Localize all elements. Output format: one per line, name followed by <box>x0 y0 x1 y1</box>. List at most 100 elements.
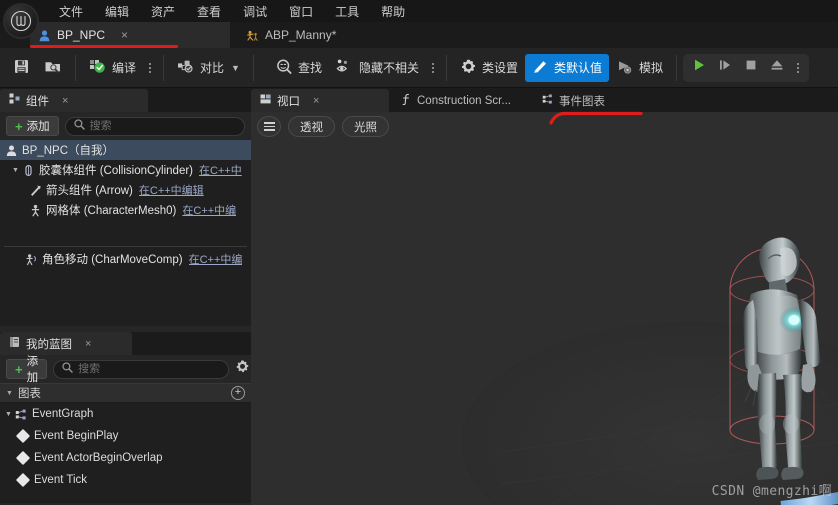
event-node-icon <box>15 472 31 488</box>
tab-event-graph-label: 事件图表 <box>558 95 605 108</box>
playback-overflow-kebab-icon[interactable] <box>791 55 805 81</box>
play-button[interactable] <box>687 56 711 80</box>
add-blueprint-item-label: 添加 <box>26 356 39 384</box>
tree-item-arrow[interactable]: 箭头组件 (Arrow) 在C++中编辑 <box>0 180 251 200</box>
tree-item-character-mesh[interactable]: 网格体 (CharacterMesh0) 在C++中编 <box>0 200 251 220</box>
my-blueprint-search-input[interactable] <box>78 363 221 375</box>
eject-button[interactable] <box>765 56 789 80</box>
browse-content-icon <box>44 58 62 78</box>
simulate-button[interactable]: 模拟 <box>609 54 670 82</box>
skeletal-mesh-icon <box>28 203 42 217</box>
plus-circle-icon[interactable]: + <box>231 386 245 400</box>
tree-item-event-actorbeginoverlap[interactable]: Event ActorBeginOverlap <box>0 447 251 469</box>
step-button[interactable] <box>713 56 737 80</box>
my-blueprint-settings-button[interactable] <box>235 360 250 378</box>
tab-my-blueprint-close-icon[interactable]: × <box>85 338 91 350</box>
components-panel: 组件 × + 添加 搜索 BP_NPC（自我） ▼ 胶囊体组件 (Collisi… <box>0 89 251 332</box>
menu-item-help[interactable]: 帮助 <box>370 1 416 22</box>
my-blueprint-toolbar: + 添加 <box>0 355 251 384</box>
tab-components-close-icon[interactable]: × <box>62 95 68 107</box>
tab-viewport-close-icon[interactable]: × <box>313 95 319 107</box>
unreal-engine-logo-icon[interactable] <box>3 3 39 39</box>
compile-options-kebab-icon[interactable] <box>143 55 157 81</box>
expander-icon[interactable]: ▼ <box>10 167 21 174</box>
compile-label: 编译 <box>112 61 137 75</box>
character-movement-icon <box>24 252 38 266</box>
edit-in-cpp-link[interactable]: 在C++中编 <box>182 202 236 218</box>
tab-event-graph[interactable]: 事件图表 <box>520 89 614 112</box>
menu-item-window[interactable]: 窗口 <box>278 1 324 22</box>
edit-in-cpp-link[interactable]: 在C++中编辑 <box>139 182 204 198</box>
animation-blueprint-icon <box>246 29 259 42</box>
tree-item-event-beginplay[interactable]: Event BeginPlay <box>0 425 251 447</box>
tree-item-collision-cylinder[interactable]: ▼ 胶囊体组件 (CollisionCylinder) 在C++中 <box>0 160 251 180</box>
hide-unrelated-button[interactable]: 隐藏不相关 <box>329 54 426 82</box>
asset-tab-close-icon[interactable]: × <box>121 28 128 42</box>
browse-content-button[interactable] <box>37 54 69 82</box>
menu-item-file[interactable]: 文件 <box>48 1 94 22</box>
my-blueprint-icon <box>9 336 21 351</box>
play-icon <box>692 58 706 77</box>
tree-item-label: 胶囊体组件 (CollisionCylinder) <box>39 165 193 177</box>
unreal-blueprint-editor-window: 文件 编辑 资产 查看 调试 窗口 工具 帮助 BP_NPC × ABP_Man… <box>0 0 838 505</box>
event-node-icon <box>15 428 31 444</box>
eject-icon <box>770 58 784 77</box>
gear-icon <box>235 359 250 379</box>
tree-item-char-move-comp[interactable]: 角色移动 (CharMoveComp) 在C++中编 <box>0 249 251 269</box>
expander-icon[interactable]: ▼ <box>3 411 14 418</box>
tree-item-event-tick[interactable]: Event Tick <box>0 469 251 491</box>
compile-button[interactable]: 编译 <box>82 54 143 82</box>
tab-components[interactable]: 组件 × <box>0 89 148 112</box>
menu-item-view[interactable]: 查看 <box>186 1 232 22</box>
hide-unrelated-kebab-icon[interactable] <box>426 55 440 81</box>
add-blueprint-item-button[interactable]: + 添加 <box>6 356 48 384</box>
annotation-curve-event-graph <box>549 111 643 125</box>
diff-icon <box>177 58 195 78</box>
viewport-3d-canvas[interactable]: 透视 光照 CSDN @mengzhi啊 <box>251 112 838 505</box>
tree-item-bp-npc-self[interactable]: BP_NPC（自我） <box>0 140 251 160</box>
event-node-icon <box>15 450 31 466</box>
menu-item-debug[interactable]: 调试 <box>232 1 278 22</box>
class-defaults-label: 类默认值 <box>554 61 603 75</box>
chevron-down-icon: ▼ <box>6 389 13 397</box>
find-button[interactable]: 查找 <box>268 54 329 82</box>
edit-in-cpp-link[interactable]: 在C++中 <box>199 162 242 178</box>
add-component-button[interactable]: + 添加 <box>6 116 59 136</box>
class-defaults-button[interactable]: 类默认值 <box>525 53 610 82</box>
tab-construction-script[interactable]: Construction Scr... <box>389 89 520 112</box>
edit-in-cpp-link[interactable]: 在C++中编 <box>189 251 243 267</box>
menu-bar: 文件 编辑 资产 查看 调试 窗口 工具 帮助 <box>0 0 838 22</box>
components-search-input[interactable] <box>89 120 236 132</box>
function-icon <box>401 93 412 108</box>
stop-button[interactable] <box>739 56 763 80</box>
tab-viewport[interactable]: 视口 × <box>251 89 389 112</box>
capsule-icon <box>21 163 35 177</box>
tab-my-blueprint[interactable]: 我的蓝图 × <box>0 332 132 355</box>
components-panel-tabstrip: 组件 × <box>0 89 251 112</box>
components-search-box[interactable] <box>64 116 245 136</box>
menu-item-edit[interactable]: 编辑 <box>94 1 140 22</box>
character-icon <box>4 143 18 157</box>
toolbar-separator <box>163 54 165 81</box>
blueprint-character-icon <box>38 29 51 42</box>
find-icon <box>275 58 293 78</box>
class-settings-label: 类设置 <box>481 61 518 75</box>
toolbar-separator <box>75 54 76 81</box>
menu-item-asset[interactable]: 资产 <box>140 1 186 22</box>
viewport-menu-button[interactable] <box>257 116 281 137</box>
viewport-lighting-mode-button[interactable]: 光照 <box>342 116 389 137</box>
my-blueprint-search-box[interactable] <box>53 359 230 379</box>
search-icon <box>73 117 85 135</box>
viewport-view-mode-button[interactable]: 透视 <box>288 116 335 137</box>
menu-item-tools[interactable]: 工具 <box>324 1 370 22</box>
menu-items: 文件 编辑 资产 查看 调试 窗口 工具 帮助 <box>48 1 416 22</box>
graphs-section-header[interactable]: ▼ 图表 + <box>0 383 251 403</box>
tree-item-label: Event ActorBeginOverlap <box>34 452 163 464</box>
class-settings-button[interactable]: 类设置 <box>453 54 525 82</box>
diff-button[interactable]: 对比 ▼ <box>170 54 247 82</box>
save-button[interactable] <box>6 54 37 82</box>
my-blueprint-tabstrip: 我的蓝图 × <box>0 332 251 355</box>
tree-item-event-graph[interactable]: ▼ EventGraph <box>0 403 251 425</box>
find-label: 查找 <box>297 61 322 75</box>
asset-tab-abp-manny[interactable]: ABP_Manny* <box>238 22 344 48</box>
